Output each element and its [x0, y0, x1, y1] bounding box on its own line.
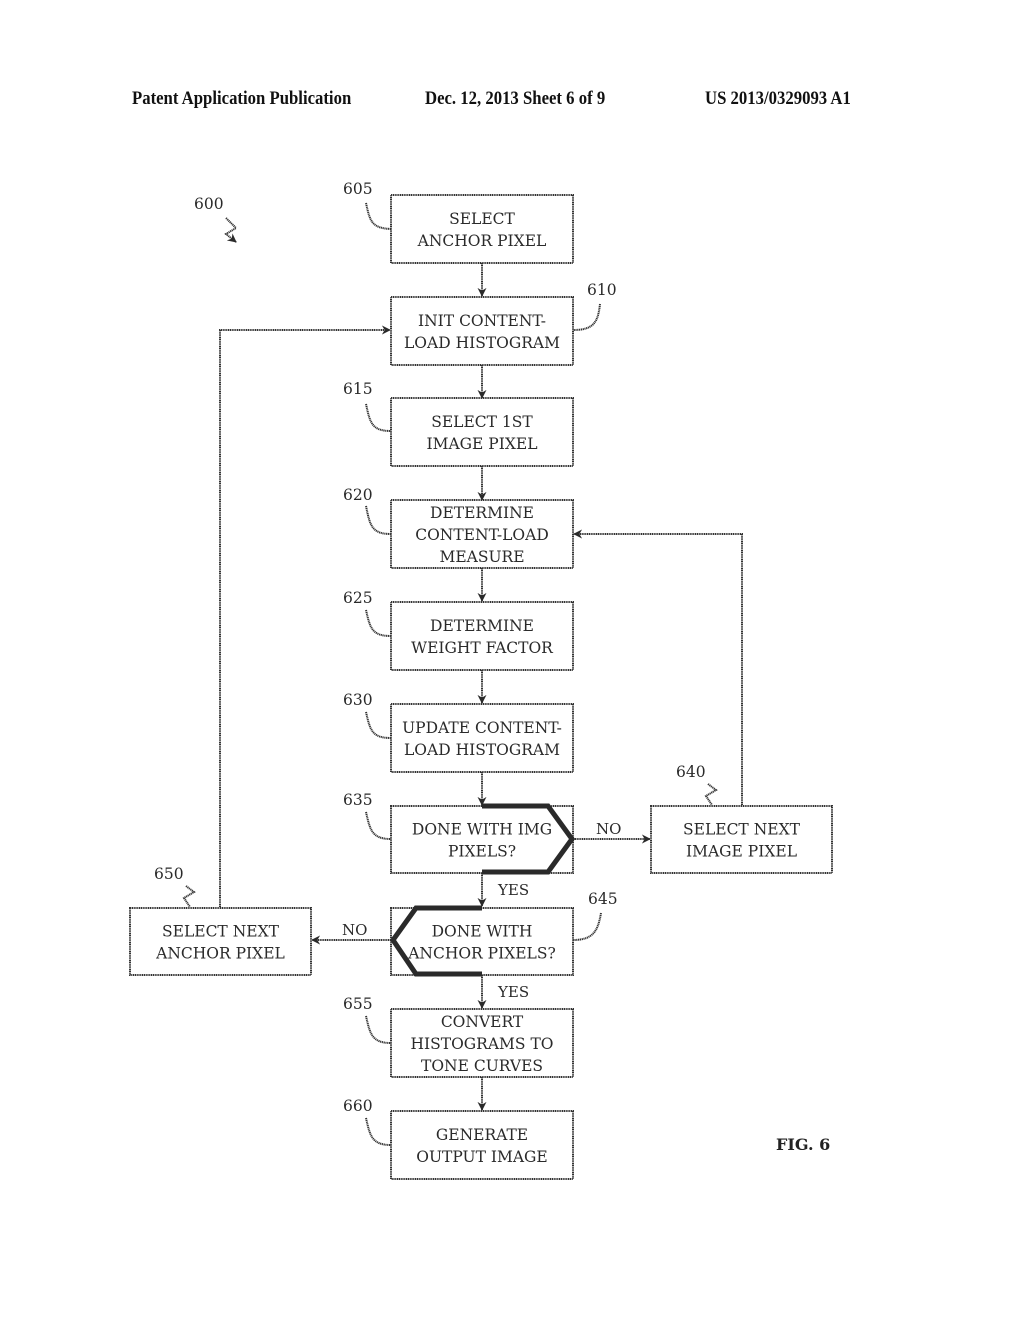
- node-box-605: [390, 194, 574, 264]
- node-box-615: [390, 397, 574, 467]
- node-ref-645: 645: [588, 890, 618, 908]
- node-box-625: [390, 601, 574, 671]
- node-label-660-line-1: GENERATE: [436, 1126, 528, 1144]
- edges: [219, 263, 743, 1111]
- node-label-650-line-2: ANCHOR PIXEL: [155, 945, 285, 963]
- node-ref-630: 630: [343, 691, 373, 709]
- node-label-605-line-1: SELECT: [449, 210, 515, 228]
- ref-leader-640: [704, 783, 718, 806]
- node-610: INIT CONTENT- LOAD HISTOGRAM 610: [390, 281, 617, 366]
- node-label-660-line-2: OUTPUT IMAGE: [416, 1148, 547, 1166]
- node-label-655-line-3: TONE CURVES: [421, 1057, 543, 1075]
- node-645: DONE WITH ANCHOR PIXELS? 645: [390, 890, 618, 976]
- node-label-640-line-2: IMAGE PIXEL: [686, 843, 797, 861]
- node-ref-605: 605: [343, 180, 373, 198]
- node-label-615-line-1: SELECT 1ST: [431, 413, 533, 431]
- node-635: DONE WITH IMG PIXELS? 635: [343, 791, 574, 874]
- node-label-610-line-2: LOAD HISTOGRAM: [404, 334, 560, 352]
- node-box-635: [390, 805, 574, 874]
- node-label-645-line-1: DONE WITH: [432, 923, 533, 941]
- edge-label-yes-645: YES: [497, 983, 529, 1001]
- node-box-650: [129, 907, 312, 976]
- flowchart: 600 NO YES NO YES SELECT ANCHOR PIXEL 605 I…: [129, 180, 833, 1180]
- node-box-640: [650, 805, 833, 874]
- node-label-650-line-1: SELECT NEXT: [162, 923, 280, 941]
- node-label-655-line-2: HISTOGRAMS TO: [410, 1035, 553, 1053]
- ref-leader-660: [365, 1117, 392, 1146]
- node-655: CONVERT HISTOGRAMS TO TONE CURVES 655: [343, 995, 574, 1078]
- node-620: DETERMINE CONTENT-LOAD MEASURE 620: [343, 486, 574, 569]
- node-label-645-line-2: ANCHOR PIXELS?: [407, 945, 556, 963]
- node-label-625-line-2: WEIGHT FACTOR: [411, 639, 554, 657]
- figure-ref-600: 600: [194, 195, 224, 213]
- node-box-660: [390, 1110, 574, 1180]
- node-ref-620: 620: [343, 486, 373, 504]
- edge-640-620-loop: [573, 529, 743, 805]
- ref-pointer-600-icon: [224, 217, 238, 243]
- node-box-610: [390, 296, 574, 366]
- node-625: DETERMINE WEIGHT FACTOR 625: [343, 589, 574, 671]
- node-box-630: [390, 703, 574, 773]
- ref-leader-655: [365, 1015, 392, 1044]
- node-label-655-line-1: CONVERT: [441, 1013, 524, 1031]
- edge-650-610-loop: [219, 325, 391, 907]
- node-label-635-line-2: PIXELS?: [448, 843, 516, 861]
- node-660: GENERATE OUTPUT IMAGE 660: [343, 1097, 574, 1180]
- node-label-640-line-1: SELECT NEXT: [683, 821, 801, 839]
- node-ref-650: 650: [154, 865, 184, 883]
- ref-leader-650: [182, 885, 196, 908]
- node-box-645: [390, 907, 574, 976]
- node-label-620-line-2: CONTENT-LOAD: [415, 526, 549, 544]
- edge-label-yes-635: YES: [497, 881, 529, 899]
- node-label-620-line-1: DETERMINE: [430, 504, 534, 522]
- ref-leader-615: [365, 403, 392, 432]
- node-label-635-line-1: DONE WITH IMG: [412, 821, 552, 839]
- ref-leader-645: [572, 912, 602, 941]
- node-label-620-line-3: MEASURE: [439, 548, 524, 566]
- node-ref-660: 660: [343, 1097, 373, 1115]
- node-ref-635: 635: [343, 791, 373, 809]
- node-ref-655: 655: [343, 995, 373, 1013]
- edge-label-no-645: NO: [342, 921, 367, 939]
- ref-leader-635: [365, 811, 392, 840]
- node-ref-610: 610: [587, 281, 617, 299]
- node-label-630-line-1: UPDATE CONTENT-: [402, 719, 562, 737]
- ref-leader-610: [572, 303, 601, 331]
- node-label-630-line-2: LOAD HISTOGRAM: [404, 741, 560, 759]
- ref-leader-605: [365, 202, 392, 230]
- ref-leader-620: [365, 505, 392, 535]
- node-label-625-line-1: DETERMINE: [430, 617, 534, 635]
- node-ref-625: 625: [343, 589, 373, 607]
- node-605: SELECT ANCHOR PIXEL 605: [343, 180, 574, 264]
- node-ref-640: 640: [676, 763, 706, 781]
- node-label-615-line-2: IMAGE PIXEL: [426, 435, 537, 453]
- figure-label: FIG. 6: [776, 1135, 830, 1154]
- ref-leader-630: [365, 711, 392, 739]
- node-ref-615: 615: [343, 380, 373, 398]
- edge-label-no-635: NO: [596, 820, 621, 838]
- node-label-610-line-1: INIT CONTENT-: [418, 312, 546, 330]
- node-630: UPDATE CONTENT- LOAD HISTOGRAM 630: [343, 691, 574, 773]
- ref-leader-625: [365, 609, 392, 637]
- node-label-605-line-2: ANCHOR PIXEL: [417, 232, 547, 250]
- node-615: SELECT 1ST IMAGE PIXEL 615: [343, 380, 574, 467]
